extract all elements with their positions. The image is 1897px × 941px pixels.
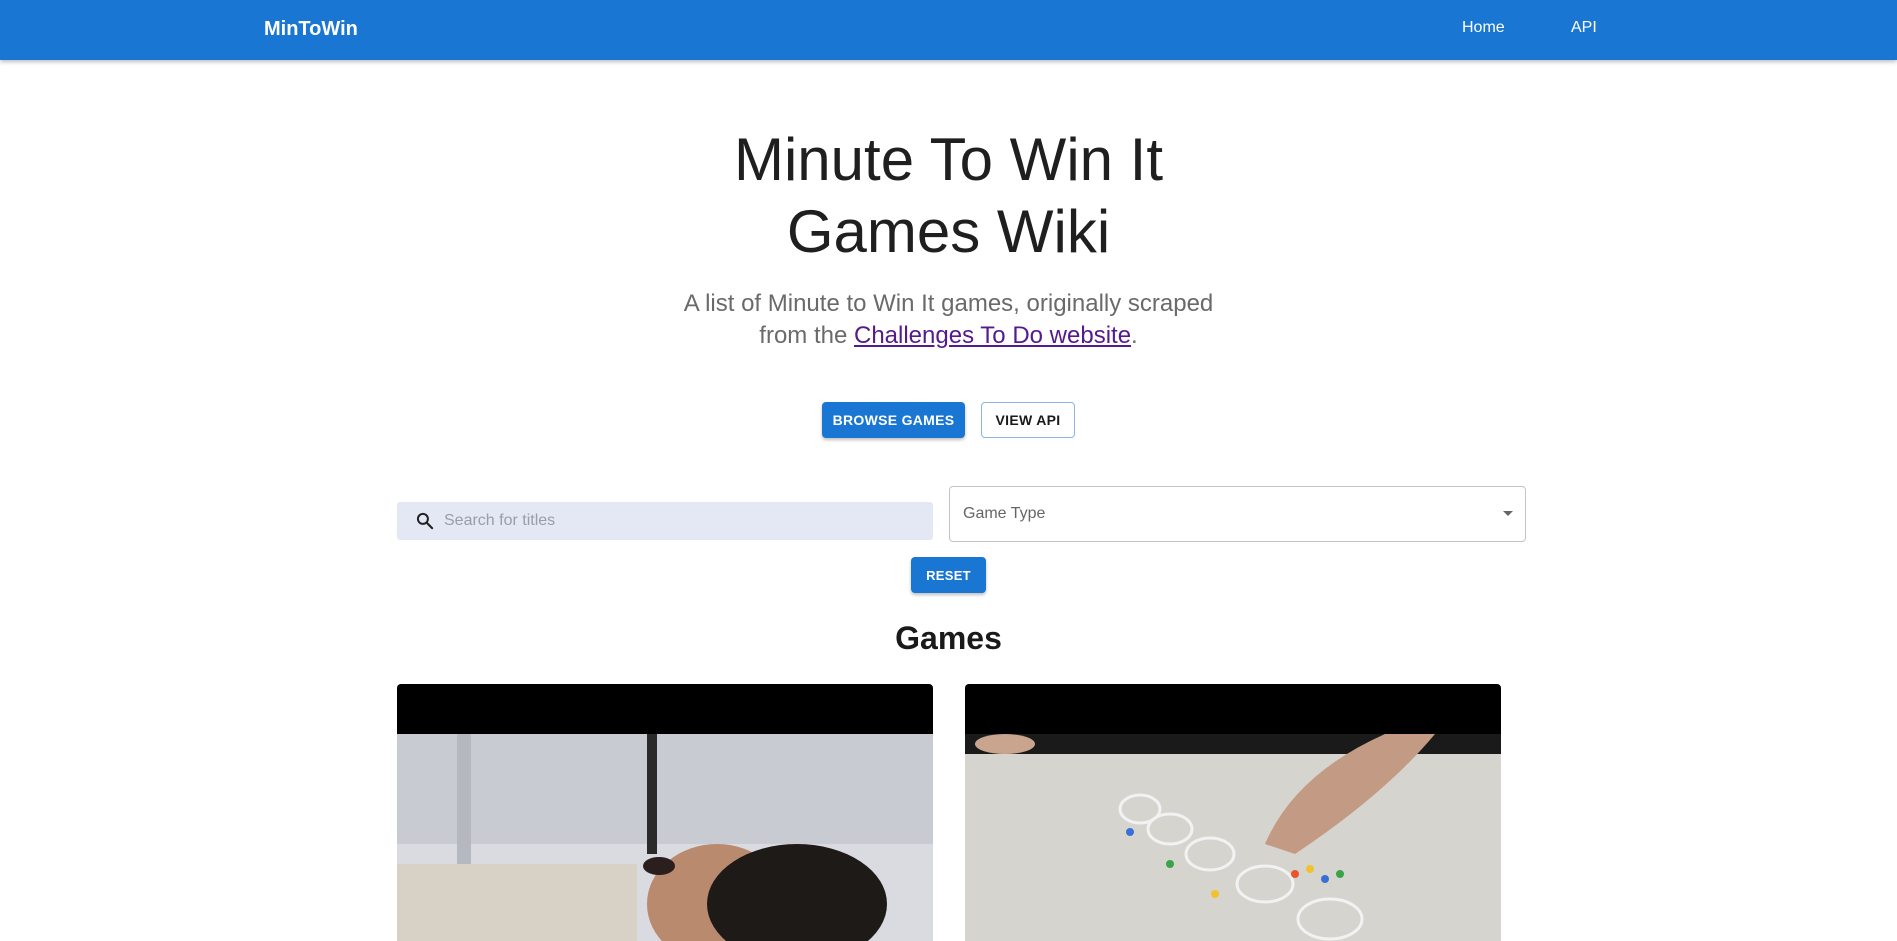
- subtitle-text-1: A list of Minute to Win It games, origin…: [683, 290, 1214, 317]
- game-type-label: Game Type: [963, 505, 1046, 522]
- subtitle-end: .: [1131, 322, 1138, 349]
- game-card-image: [397, 734, 933, 941]
- caret-down-icon: [1503, 511, 1513, 516]
- brand-logo[interactable]: MinToWin: [264, 18, 358, 41]
- games-heading: Games: [895, 620, 1002, 656]
- page-title: Minute To Win It Games Wiki: [0, 124, 1897, 268]
- view-api-button[interactable]: View API: [981, 402, 1075, 438]
- title-line-1: Minute To Win It: [733, 126, 1164, 193]
- search-input[interactable]: [444, 502, 914, 540]
- search-icon: [416, 512, 434, 530]
- challenges-link[interactable]: Challenges To Do website: [854, 322, 1131, 349]
- subtitle-text-2: from the: [759, 322, 854, 349]
- nav-home[interactable]: Home: [1462, 19, 1505, 37]
- nav-api[interactable]: API: [1571, 19, 1597, 37]
- browse-games-button[interactable]: Browse Games: [822, 402, 965, 438]
- page-subtitle: A list of Minute to Win It games, origin…: [0, 288, 1897, 352]
- app-bar: MinToWin Home API: [0, 0, 1897, 60]
- search-box: [397, 502, 933, 540]
- title-line-2: Games Wiki: [786, 198, 1111, 265]
- game-card[interactable]: [965, 684, 1501, 941]
- reset-button[interactable]: Reset: [911, 557, 986, 593]
- game-type-select[interactable]: Game Type: [949, 486, 1526, 542]
- game-card-image: [965, 734, 1501, 941]
- game-card[interactable]: [397, 684, 933, 941]
